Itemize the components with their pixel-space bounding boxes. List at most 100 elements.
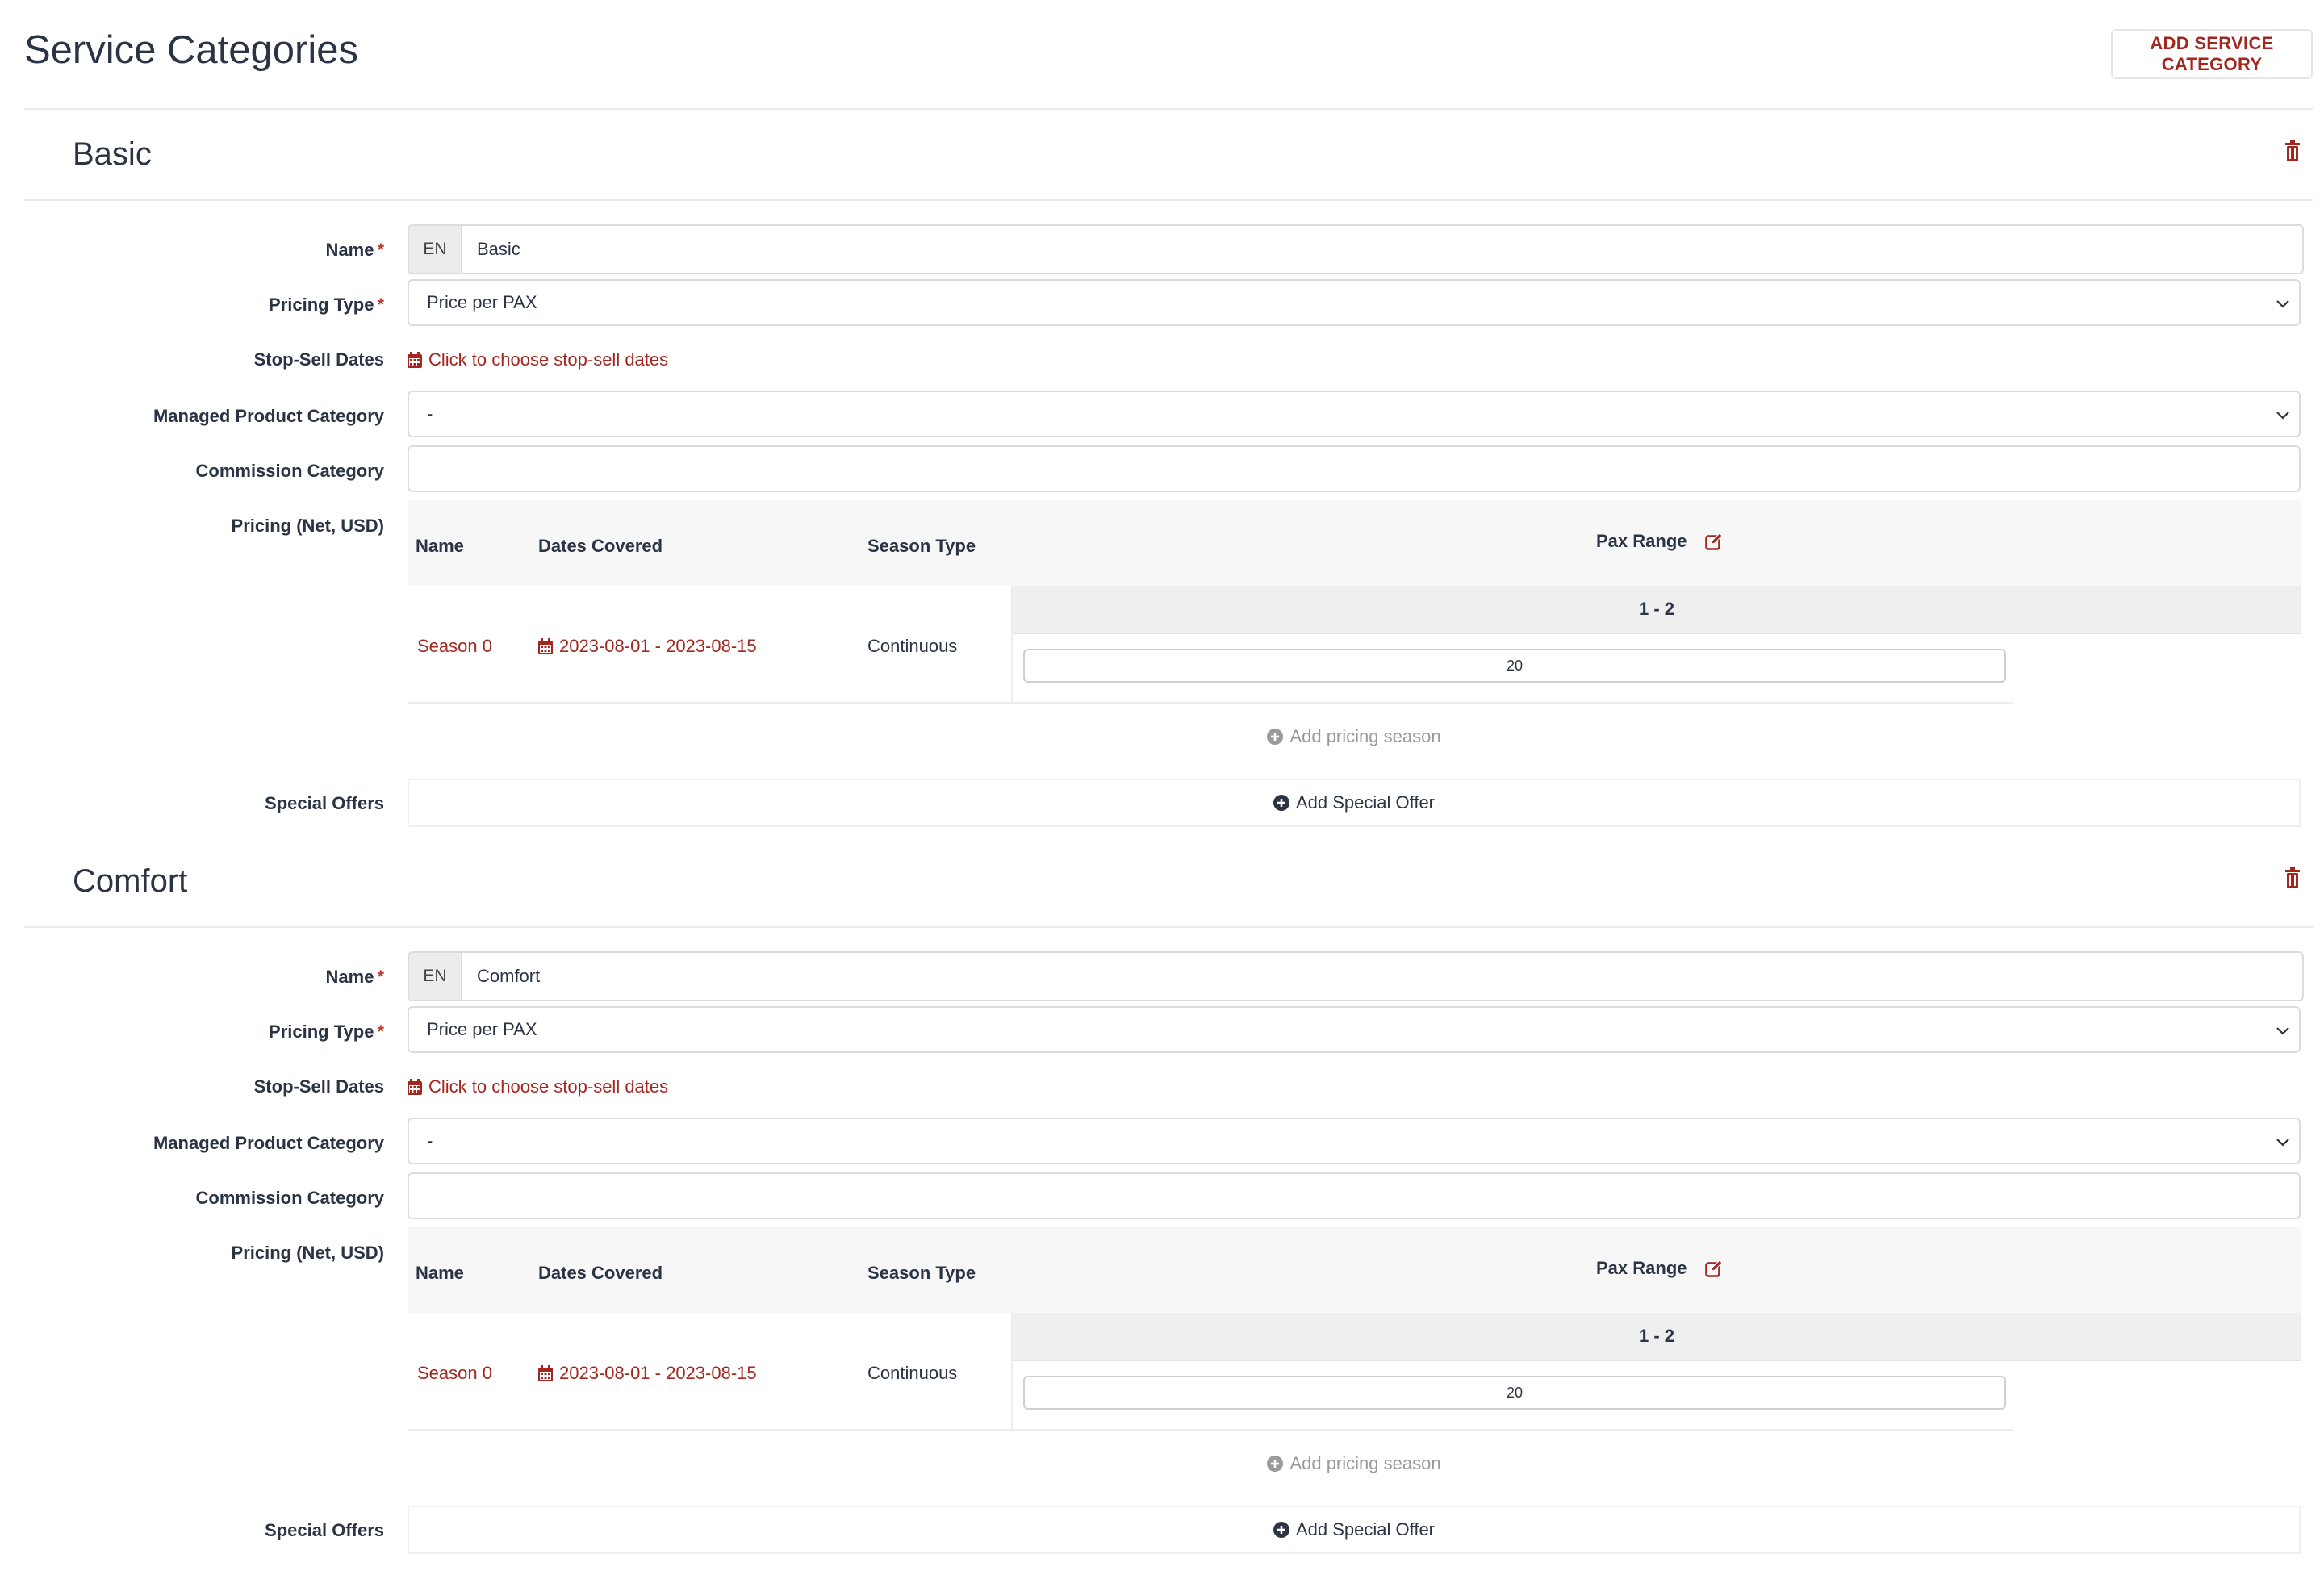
trash-icon[interactable] [2284, 140, 2301, 161]
season-type-value: Continuous [867, 636, 958, 656]
add-special-offer-text: Add Special Offer [1295, 1519, 1436, 1540]
pricing-type-label: Pricing Type * [24, 294, 384, 316]
special-offers-box: Add Special Offer [408, 779, 2301, 827]
plus-circle-icon [1273, 1522, 1289, 1538]
plus-circle-icon [1267, 729, 1284, 745]
stop-sell-link[interactable]: Click to choose stop-sell dates [408, 349, 668, 371]
stop-sell-link-text: Click to choose stop-sell dates [428, 1076, 669, 1097]
calendar-icon [538, 638, 553, 654]
managed-product-label: Managed Product Category [153, 1133, 384, 1153]
pricing-label: Pricing (Net, USD) [231, 516, 384, 536]
add-special-offer-button[interactable]: Add Special Offer [1273, 792, 1435, 813]
col-pax-range: Pax Range [1596, 531, 1723, 552]
pricing-type-select[interactable]: Price per PAX [408, 279, 2301, 326]
add-pricing-season-text: Add pricing season [1289, 726, 1441, 746]
season-name-link[interactable]: Season 0 [417, 636, 492, 657]
chevron-down-icon [2276, 1027, 2289, 1035]
season-dates-link[interactable]: 2023-08-01 - 2023-08-15 [538, 636, 757, 657]
plus-circle-icon [1267, 1456, 1284, 1472]
page-header: Service Categories ADD SERVICE CATEGORY [24, 0, 2313, 110]
name-label: Name * [24, 966, 384, 988]
stop-sell-link[interactable]: Click to choose stop-sell dates [408, 1076, 668, 1098]
commission-label: Commission Category [195, 461, 385, 481]
managed-product-select[interactable]: - [408, 391, 2301, 437]
category-header: Basic [24, 108, 2313, 201]
name-label: Name * [24, 239, 384, 261]
language-addon: EN [409, 226, 462, 273]
pricing-type-value: Price per PAX [427, 292, 537, 312]
calendar-icon [408, 1079, 422, 1095]
row-divider [1013, 1429, 2013, 1431]
pricing-type-label: Pricing Type * [24, 1021, 384, 1043]
name-label-text: Name [325, 240, 374, 260]
price-input[interactable]: 20 [1023, 1376, 2006, 1410]
col-season-type: Season Type [867, 1263, 976, 1283]
trash-icon[interactable] [2284, 867, 2301, 888]
pricing-type-value: Price per PAX [427, 1019, 537, 1039]
add-pricing-season-text: Add pricing season [1289, 1453, 1441, 1473]
add-special-offer-button[interactable]: Add Special Offer [1273, 1519, 1435, 1540]
season-type-value: Continuous [867, 1363, 958, 1383]
edit-icon[interactable] [1704, 1260, 1723, 1277]
pricing-type-label-text: Pricing Type [269, 295, 374, 315]
required-mark: * [377, 1022, 384, 1042]
special-offers-label: Special Offers [265, 793, 384, 813]
category-title: Comfort [73, 863, 188, 899]
season-dates-text: 2023-08-01 - 2023-08-15 [559, 636, 757, 656]
stop-sell-label: Stop-Sell Dates [253, 349, 384, 370]
season-name-link[interactable]: Season 0 [417, 1363, 492, 1384]
chevron-down-icon [2276, 412, 2289, 420]
required-mark: * [377, 295, 384, 315]
page-title: Service Categories [24, 28, 358, 72]
name-field[interactable]: EN Comfort [408, 951, 2304, 1001]
pax-range-label: Pax Range [1596, 531, 1687, 551]
plus-circle-icon [1273, 795, 1289, 811]
special-offers-label: Special Offers [265, 1520, 384, 1540]
language-addon: EN [409, 953, 462, 1000]
special-offers-box: Add Special Offer [408, 1506, 2301, 1554]
name-field[interactable]: EN Basic [408, 224, 2304, 274]
edit-icon[interactable] [1704, 533, 1723, 550]
add-pricing-season-button[interactable]: Add pricing season [408, 726, 2301, 747]
col-dates: Dates Covered [538, 1263, 663, 1283]
add-special-offer-text: Add Special Offer [1295, 792, 1436, 813]
calendar-icon [538, 1365, 553, 1381]
season-row: Season 0 2023-08-01 - 2023-08-15 Continu… [408, 1313, 1013, 1431]
name-label-text: Name [325, 967, 374, 987]
commission-input[interactable] [408, 445, 2301, 492]
col-name: Name [416, 1263, 464, 1283]
col-season-type: Season Type [867, 536, 976, 556]
add-service-category-button[interactable]: ADD SERVICE CATEGORY [2111, 29, 2313, 79]
managed-product-value: - [427, 403, 433, 424]
category-title: Basic [73, 136, 152, 172]
managed-product-label: Managed Product Category [153, 406, 384, 426]
required-mark: * [377, 240, 384, 260]
category-section-comfort: Comfort Name * EN Comfort Pricing Type * P… [0, 835, 2324, 1561]
name-input[interactable]: Basic [462, 226, 2302, 273]
pricing-type-select[interactable]: Price per PAX [408, 1006, 2301, 1053]
commission-input[interactable] [408, 1172, 2301, 1219]
price-input[interactable]: 20 [1023, 649, 2006, 683]
season-dates-text: 2023-08-01 - 2023-08-15 [559, 1363, 757, 1383]
season-dates-link[interactable]: 2023-08-01 - 2023-08-15 [538, 1363, 757, 1384]
managed-product-select[interactable]: - [408, 1118, 2301, 1164]
pax-range-label: Pax Range [1596, 1258, 1687, 1278]
required-mark: * [377, 967, 384, 987]
service-categories-page: Service Categories ADD SERVICE CATEGORY … [0, 0, 2324, 1571]
name-input[interactable]: Comfort [462, 953, 2302, 1000]
pricing-table-header: Name Dates Covered Season Type Pax Range [408, 500, 2301, 586]
commission-label: Commission Category [195, 1188, 385, 1208]
managed-product-value: - [427, 1130, 433, 1151]
stop-sell-link-text: Click to choose stop-sell dates [428, 349, 669, 370]
chevron-down-icon [2276, 1139, 2289, 1147]
pricing-table-header: Name Dates Covered Season Type Pax Range [408, 1227, 2301, 1313]
pricing-type-label-text: Pricing Type [269, 1022, 374, 1042]
stop-sell-label: Stop-Sell Dates [253, 1076, 384, 1097]
category-section-basic: Basic Name * EN Basic Pricing Type * Price… [0, 108, 2324, 834]
category-header: Comfort [24, 835, 2313, 928]
add-pricing-season-button[interactable]: Add pricing season [408, 1453, 2301, 1474]
col-pax-range: Pax Range [1596, 1258, 1723, 1279]
season-row: Season 0 2023-08-01 - 2023-08-15 Continu… [408, 586, 1013, 704]
calendar-icon [408, 352, 422, 368]
pricing-label: Pricing (Net, USD) [231, 1243, 384, 1263]
